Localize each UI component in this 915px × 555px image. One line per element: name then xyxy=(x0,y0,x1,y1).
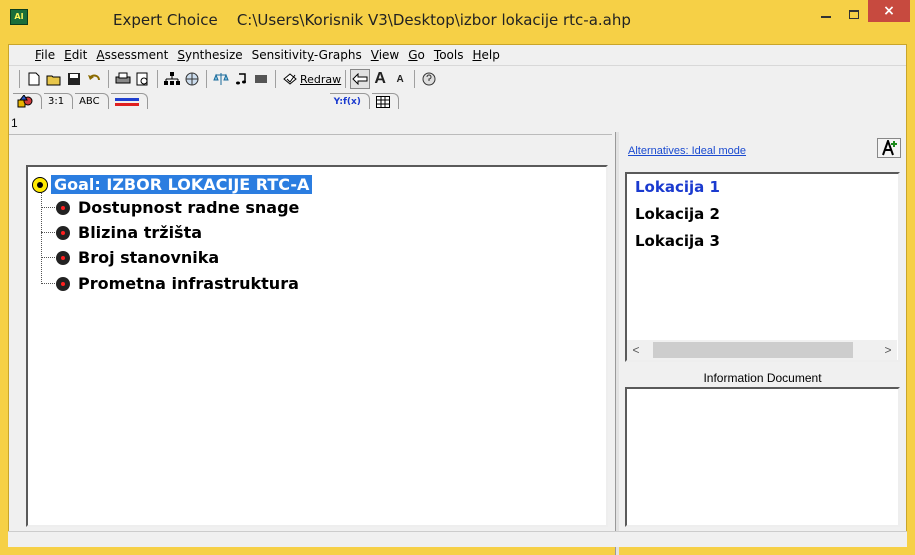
goal-label: Goal: IZBOR LOKACIJE RTC-A xyxy=(51,175,313,194)
toolbar-separator xyxy=(206,70,207,88)
new-file-icon[interactable] xyxy=(24,69,44,89)
alternative-item[interactable]: Lokacija 2 xyxy=(627,201,898,228)
menu-view[interactable]: View xyxy=(371,48,399,62)
horizontal-scrollbar[interactable]: < > xyxy=(627,340,897,360)
scroll-thumb[interactable] xyxy=(653,342,853,358)
tab-model-view[interactable] xyxy=(13,93,42,109)
grid-icon xyxy=(375,95,390,108)
add-alternative-icon xyxy=(882,140,897,156)
close-button[interactable]: × xyxy=(868,0,910,22)
save-icon[interactable] xyxy=(64,69,84,89)
toolbar-separator xyxy=(275,70,276,88)
shapes-icon xyxy=(17,95,33,108)
pointer-icon[interactable] xyxy=(350,69,371,89)
font-larger-icon[interactable]: A xyxy=(370,69,390,89)
menu-go[interactable]: Go xyxy=(408,48,425,62)
toolbar: Redraw A A xyxy=(9,67,906,91)
close-icon: × xyxy=(883,3,895,19)
menu-bar: File Edit Assessment Synthesize Sensitiv… xyxy=(9,45,906,66)
model-pane-header: 1 xyxy=(9,113,612,135)
open-folder-icon[interactable] xyxy=(44,69,64,89)
alternatives-list[interactable]: Lokacija 1 Lokacija 2 Lokacija 3 < > xyxy=(625,172,900,362)
toolbar-separator xyxy=(108,70,109,88)
criterion-node[interactable]: Dostupnost radne snage xyxy=(56,195,299,220)
goal-node[interactable]: Goal: IZBOR LOKACIJE RTC-A xyxy=(32,172,313,197)
alternative-item[interactable]: Lokacija 3 xyxy=(627,228,898,255)
criterion-icon xyxy=(56,250,70,265)
status-bar xyxy=(8,531,907,547)
menu-edit[interactable]: Edit xyxy=(64,48,87,62)
tab-formula-label: Y:f(x) xyxy=(333,96,361,107)
title-bar[interactable]: AI Expert Choice C:\Users\Korisnik V3\De… xyxy=(0,0,915,44)
tree-connector xyxy=(41,283,55,284)
alternative-item[interactable]: Lokacija 1 xyxy=(627,174,898,201)
information-document[interactable] xyxy=(625,387,900,527)
tree-icon[interactable] xyxy=(162,69,182,89)
criterion-icon xyxy=(56,225,70,240)
toolbar-separator xyxy=(19,70,20,88)
redraw-label: Redraw xyxy=(300,72,342,86)
node-number: 1 xyxy=(11,116,18,130)
toolbar-separator xyxy=(345,70,347,88)
app-logo-icon: AI xyxy=(10,9,28,25)
criterion-icon xyxy=(56,276,70,291)
tab-data-grid[interactable] xyxy=(371,93,399,109)
view-tabs: 3:1 ABC Y:f(x) xyxy=(9,92,906,109)
minimize-button[interactable] xyxy=(812,0,840,28)
tab-verbal-label: ABC xyxy=(79,96,100,107)
app-name: Expert Choice xyxy=(113,11,218,29)
criterion-label: Broj stanovnika xyxy=(78,248,220,267)
globe-icon[interactable] xyxy=(182,69,202,89)
tree-connector xyxy=(41,207,55,208)
criterion-icon xyxy=(56,200,70,215)
print-icon[interactable] xyxy=(113,69,133,89)
toolbar-separator xyxy=(157,70,158,88)
alternatives-mode-link[interactable]: Alternatives: Ideal mode xyxy=(628,145,746,157)
tab-pairwise-label: 3:1 xyxy=(48,96,65,107)
redraw-icon xyxy=(283,73,297,85)
criterion-node[interactable]: Broj stanovnika xyxy=(56,245,219,270)
maximize-icon xyxy=(849,9,859,19)
scroll-right-icon[interactable]: > xyxy=(879,341,897,359)
tree-connector xyxy=(41,232,55,233)
toolbar-separator xyxy=(414,70,416,88)
criterion-label: Prometna infrastruktura xyxy=(78,274,299,293)
minimize-icon xyxy=(821,16,831,18)
tree-connector xyxy=(41,189,42,284)
tab-pairwise[interactable]: 3:1 xyxy=(44,93,74,109)
menu-sensitivity-graphs[interactable]: Sensitivity-Graphs xyxy=(252,48,362,62)
criterion-node[interactable]: Blizina tržišta xyxy=(56,220,202,245)
goal-icon xyxy=(32,176,48,193)
menu-help[interactable]: Help xyxy=(472,48,499,62)
tab-graphical[interactable] xyxy=(110,93,148,109)
menu-tools[interactable]: Tools xyxy=(434,48,464,62)
help-icon[interactable] xyxy=(419,69,439,89)
font-smaller-icon[interactable]: A xyxy=(390,69,410,89)
window-title: Expert Choice C:\Users\Korisnik V3\Deskt… xyxy=(113,11,631,29)
gray-bar-icon[interactable] xyxy=(251,69,271,89)
bars-icon xyxy=(114,97,139,106)
tree-connector xyxy=(41,257,55,258)
add-alternative-button[interactable] xyxy=(877,138,901,158)
tab-formula[interactable]: Y:f(x) xyxy=(329,93,370,109)
scales-icon[interactable] xyxy=(211,69,231,89)
print-preview-icon[interactable] xyxy=(133,69,153,89)
pane-splitter[interactable] xyxy=(615,132,619,555)
criterion-label: Blizina tržišta xyxy=(78,223,203,242)
menu-file[interactable]: File xyxy=(35,48,55,62)
menu-synthesize[interactable]: Synthesize xyxy=(177,48,242,62)
app-window: AI Expert Choice C:\Users\Korisnik V3\De… xyxy=(0,0,915,555)
file-path: C:\Users\Korisnik V3\Desktop\izbor lokac… xyxy=(236,11,631,29)
undo-icon[interactable] xyxy=(84,69,104,89)
criterion-label: Dostupnost radne snage xyxy=(78,198,300,217)
scroll-left-icon[interactable]: < xyxy=(627,341,645,359)
music-note-icon[interactable] xyxy=(231,69,251,89)
information-document-label: Information Document xyxy=(703,371,822,385)
maximize-button[interactable] xyxy=(840,0,868,28)
model-tree-pane[interactable]: Goal: IZBOR LOKACIJE RTC-A Dostupnost ra… xyxy=(26,165,608,527)
criterion-node[interactable]: Prometna infrastruktura xyxy=(56,271,299,296)
menu-assessment[interactable]: Assessment xyxy=(96,48,168,62)
redraw-button[interactable]: Redraw xyxy=(282,72,341,86)
tab-verbal[interactable]: ABC xyxy=(75,93,109,109)
